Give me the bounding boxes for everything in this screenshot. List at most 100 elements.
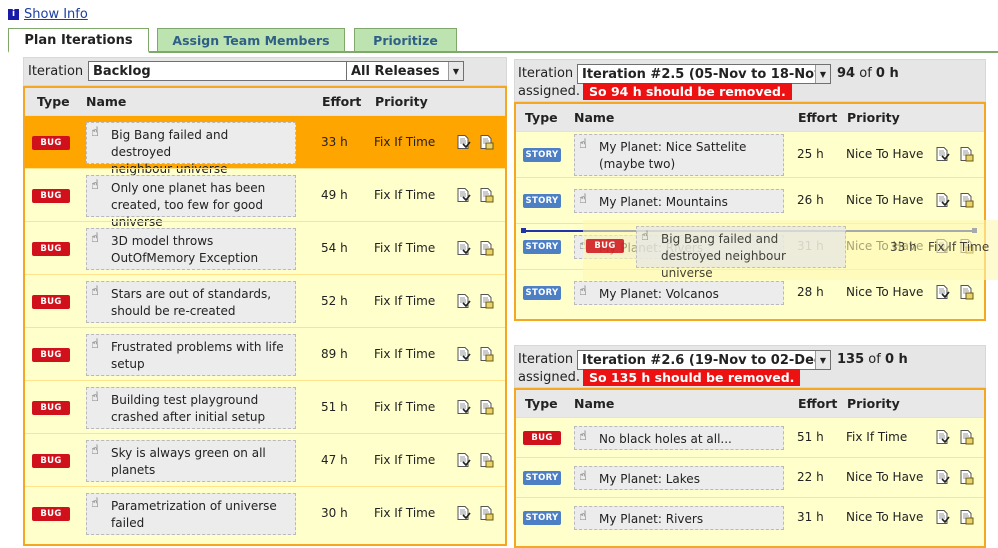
iteration2-summary: 135 of 0 h: [837, 352, 908, 367]
item-effort: 54 h: [321, 241, 348, 255]
item-name[interactable]: ☝ My Planet: Volcanos: [574, 281, 784, 305]
iteration2-label: Iteration: [518, 352, 574, 367]
move-document-icon[interactable]: [960, 510, 974, 525]
chevron-down-icon[interactable]: ▼: [815, 65, 830, 83]
show-info-link[interactable]: i Show Info: [8, 7, 88, 22]
edit-document-icon[interactable]: [936, 193, 950, 208]
edit-document-icon[interactable]: [936, 510, 950, 525]
chevron-down-icon[interactable]: ▼: [815, 351, 830, 369]
item-effort: 33 h: [321, 135, 348, 149]
edit-document-icon[interactable]: [457, 506, 471, 521]
move-document-icon[interactable]: [480, 241, 494, 256]
iteration1-header: Iteration Iteration #2.5 (05-Nov to 18-N…: [514, 59, 986, 102]
table-row[interactable]: BUG ☝ Building test playground crashed afte…: [25, 380, 505, 433]
dragged-row[interactable]: BUG ☝ Big Bang failed and destroyed neig…: [583, 221, 998, 280]
col-effort: Effort: [322, 94, 362, 109]
tab-prioritize[interactable]: Prioritize: [354, 28, 457, 52]
item-effort: 22 h: [797, 470, 824, 484]
item-name[interactable]: ☝ Stars are out of standards, should be re…: [86, 281, 296, 323]
edit-document-icon[interactable]: [936, 147, 950, 162]
table-row[interactable]: BUG ☝ Big Bang failed and destroyed neighbo…: [25, 115, 505, 176]
table-row[interactable]: STORY ☝ My Planet: Lakes 22 h Nice To Have: [516, 457, 984, 497]
item-effort: 31 h: [797, 510, 824, 524]
table-row[interactable]: BUG ☝ Only one planet has been created, too…: [25, 168, 505, 229]
item-name[interactable]: ☝ No black holes at all...: [574, 426, 784, 450]
dragged-name[interactable]: ☝ Big Bang failed and destroyed neighbou…: [636, 226, 846, 280]
move-document-icon[interactable]: [480, 188, 494, 203]
item-name[interactable]: ☝ Big Bang failed and destroyed neighbour …: [86, 122, 296, 176]
tab-plan-iterations[interactable]: Plan Iterations: [8, 28, 149, 53]
col-name: Name: [574, 110, 615, 125]
hand-grab-icon: ☝: [579, 137, 587, 152]
item-name-line2: OutOfMemory Exception: [111, 251, 259, 265]
table-row[interactable]: BUG ☝ Sky is always green on all planets 47 …: [25, 433, 505, 486]
edit-document-icon[interactable]: [457, 294, 471, 309]
item-name-line1: Sky is always green on all: [111, 446, 266, 460]
move-document-icon[interactable]: [960, 147, 974, 162]
edit-document-icon[interactable]: [457, 400, 471, 415]
table-row[interactable]: BUG ☝ Frustrated problems with life setup 89…: [25, 327, 505, 380]
edit-document-icon[interactable]: [936, 285, 950, 300]
item-name-line1: Big Bang failed and destroyed: [111, 128, 229, 159]
move-document-icon[interactable]: [480, 294, 494, 309]
item-name[interactable]: ☝ My Planet: Lakes: [574, 466, 784, 490]
table-row[interactable]: BUG ☝ Stars are out of standards, should be…: [25, 274, 505, 327]
table-row[interactable]: BUG ☝ 3D model throws OutOfMemory Exception…: [25, 221, 505, 274]
item-name-line1: My Planet: Nice Sattelite: [599, 140, 747, 154]
col-priority: Priority: [375, 94, 428, 109]
tab-assign-team-members[interactable]: Assign Team Members: [157, 28, 345, 52]
item-name[interactable]: ☝ My Planet: Nice Sattelite (maybe two): [574, 134, 784, 176]
table-row[interactable]: BUG ☝ Parametrization of universe failed 30 …: [25, 486, 505, 539]
move-document-icon[interactable]: [960, 430, 974, 445]
item-name[interactable]: ☝ Only one planet has been created, too fe…: [86, 175, 296, 229]
item-priority: Fix If Time: [374, 294, 436, 308]
move-document-icon[interactable]: [480, 400, 494, 415]
table-row[interactable]: STORY ☝ My Planet: Rivers 31 h Nice To Have: [516, 497, 984, 537]
item-priority: Nice To Have: [846, 510, 924, 524]
move-document-icon[interactable]: [480, 506, 494, 521]
edit-document-icon[interactable]: [936, 470, 950, 485]
hand-grab-icon: ☝: [91, 231, 99, 246]
chevron-down-icon[interactable]: ▼: [448, 62, 463, 80]
move-document-icon[interactable]: [480, 453, 494, 468]
edit-document-icon[interactable]: [457, 188, 471, 203]
item-name[interactable]: ☝ My Planet: Rivers: [574, 506, 784, 530]
hand-grab-icon: ☝: [91, 284, 99, 299]
iteration2-grid-header: Type Name Effort Priority: [516, 390, 984, 417]
edit-document-icon[interactable]: [457, 241, 471, 256]
edit-document-icon[interactable]: [457, 135, 471, 150]
col-priority: Priority: [847, 110, 900, 125]
move-document-icon[interactable]: [480, 347, 494, 362]
hand-grab-icon: ☝: [579, 284, 587, 299]
table-row[interactable]: STORY ☝ My Planet: Mountains 26 h Nice To Ha…: [516, 177, 984, 223]
move-document-icon[interactable]: [960, 193, 974, 208]
move-document-icon[interactable]: [480, 135, 494, 150]
edit-document-icon[interactable]: [936, 430, 950, 445]
item-name[interactable]: ☝ My Planet: Mountains: [574, 189, 784, 213]
col-type: Type: [525, 110, 558, 125]
release-select[interactable]: All Releases ▼: [346, 61, 464, 81]
item-name-line1: My Planet: Rivers: [599, 512, 704, 526]
iteration1-select[interactable]: Iteration #2.5 (05-Nov to 18-Nov) ▼: [577, 64, 831, 84]
iteration2-select[interactable]: Iteration #2.6 (19-Nov to 02-Dec) ▼: [577, 350, 831, 370]
left-iteration-select[interactable]: Backlog ▼: [88, 61, 364, 81]
hand-grab-icon: ☝: [579, 192, 587, 207]
edit-document-icon[interactable]: [457, 453, 471, 468]
show-info-text[interactable]: Show Info: [24, 7, 88, 22]
type-badge: BUG: [32, 295, 70, 309]
move-document-icon[interactable]: [960, 470, 974, 485]
dragged-priority: Fix If Time: [928, 240, 990, 254]
item-name[interactable]: ☝ Parametrization of universe failed: [86, 493, 296, 535]
item-effort: 25 h: [797, 147, 824, 161]
edit-document-icon[interactable]: [457, 347, 471, 362]
item-name[interactable]: ☝ Building test playground crashed after i…: [86, 387, 296, 429]
move-document-icon[interactable]: [960, 285, 974, 300]
col-name: Name: [574, 396, 615, 411]
hand-grab-icon: ☝: [91, 178, 99, 193]
item-name-line2: planets: [111, 463, 156, 477]
table-row[interactable]: STORY ☝ My Planet: Nice Sattelite (maybe tw…: [516, 131, 984, 177]
item-name[interactable]: ☝ 3D model throws OutOfMemory Exception: [86, 228, 296, 270]
table-row[interactable]: BUG ☝ No black holes at all... 51 h Fix If T…: [516, 417, 984, 457]
item-name[interactable]: ☝ Frustrated problems with life setup: [86, 334, 296, 376]
item-name[interactable]: ☝ Sky is always green on all planets: [86, 440, 296, 482]
